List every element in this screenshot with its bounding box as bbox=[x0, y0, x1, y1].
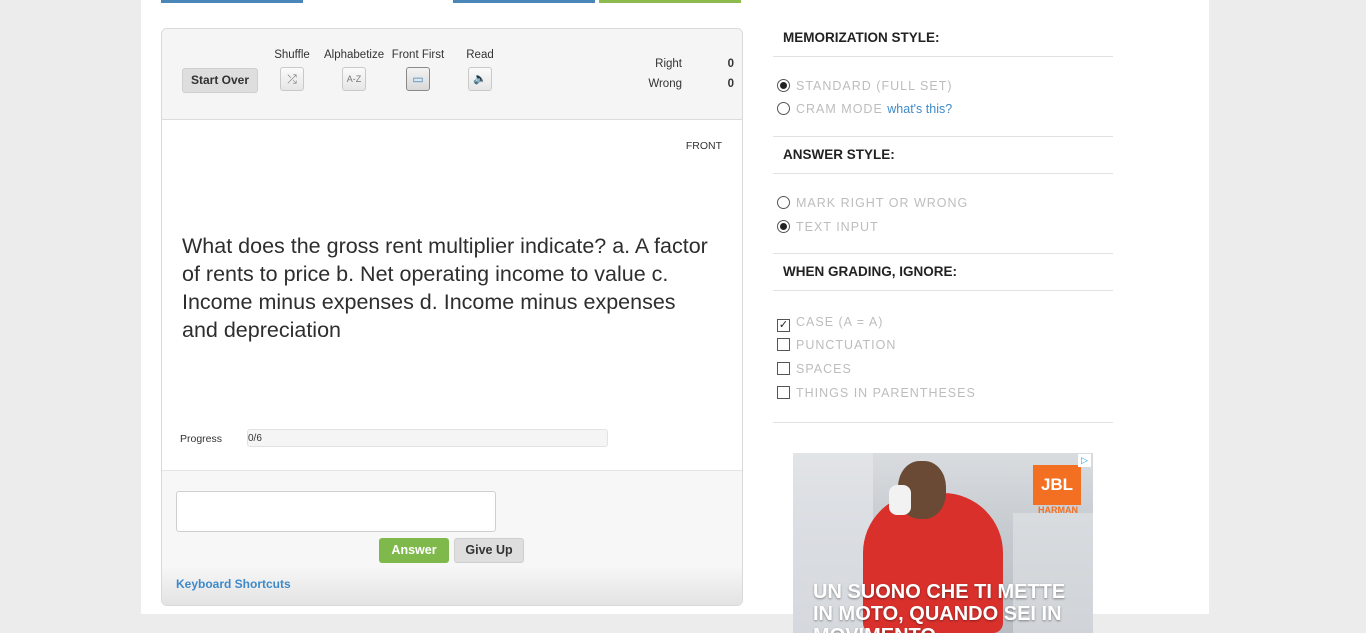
shuffle-tool: Shuffle ⤮ bbox=[274, 49, 310, 91]
score-panel: Right 0 Wrong 0 bbox=[602, 58, 734, 98]
ignore-case-label: CASE (A = A) bbox=[796, 315, 884, 329]
ignore-case-checkbox[interactable]: ✓ bbox=[777, 319, 790, 332]
tab-indicator-4[interactable] bbox=[599, 0, 741, 3]
advertisement[interactable]: JBL HARMAN ▷ UN SUONO CHE TI METTE IN MO… bbox=[793, 453, 1093, 633]
text-input-radio[interactable] bbox=[777, 220, 790, 233]
answer-input[interactable] bbox=[176, 491, 496, 532]
start-over-button[interactable]: Start Over bbox=[182, 68, 258, 93]
study-page: Start Over Shuffle ⤮ Alphabetize A-Z Fro… bbox=[141, 0, 1209, 633]
ignore-parentheses-checkbox[interactable] bbox=[777, 386, 790, 399]
ignore-spaces-checkbox[interactable] bbox=[777, 362, 790, 375]
standard-radio[interactable] bbox=[777, 79, 790, 92]
divider bbox=[773, 422, 1113, 423]
ignore-spaces-option[interactable]: SPACES bbox=[777, 362, 852, 376]
alphabetize-label: Alphabetize bbox=[324, 49, 385, 61]
ignore-punctuation-option[interactable]: PUNCTUATION bbox=[777, 338, 896, 352]
front-first-tool: Front First ▭ bbox=[391, 49, 445, 91]
divider bbox=[773, 173, 1113, 174]
progress-count: 0/6 bbox=[248, 433, 262, 444]
tab-indicator-3[interactable] bbox=[453, 0, 595, 3]
ignore-spaces-label: SPACES bbox=[796, 362, 852, 376]
ignore-parentheses-label: THINGS IN PARENTHESES bbox=[796, 386, 976, 400]
harman-logo: HARMAN bbox=[1038, 505, 1078, 515]
standard-label: STANDARD (FULL SET) bbox=[796, 79, 953, 93]
tab-indicator-1[interactable] bbox=[161, 0, 303, 3]
text-input-label: TEXT INPUT bbox=[796, 220, 879, 234]
keyboard-shortcuts-link[interactable]: Keyboard Shortcuts bbox=[176, 577, 291, 591]
divider bbox=[773, 253, 1113, 254]
divider bbox=[773, 290, 1113, 291]
tab-indicator-2[interactable] bbox=[306, 0, 448, 3]
ignore-parentheses-option[interactable]: THINGS IN PARENTHESES bbox=[777, 386, 976, 400]
monitor-icon[interactable]: ▭ bbox=[406, 67, 430, 91]
speaker-icon[interactable]: 🔈 bbox=[468, 67, 492, 91]
front-first-label: Front First bbox=[391, 49, 445, 61]
give-up-button[interactable]: Give Up bbox=[454, 538, 524, 563]
text-input-option[interactable]: TEXT INPUT bbox=[777, 220, 879, 234]
right-label: Right bbox=[655, 58, 682, 70]
read-label: Read bbox=[466, 49, 494, 61]
read-tool: Read 🔈 bbox=[462, 49, 498, 91]
answer-area: Answer Give Up Keyboard Shortcuts bbox=[162, 470, 742, 605]
cram-radio[interactable] bbox=[777, 102, 790, 115]
answer-style-title: ANSWER STYLE: bbox=[783, 147, 895, 162]
standard-option[interactable]: STANDARD (FULL SET) bbox=[777, 79, 953, 93]
ignore-punctuation-checkbox[interactable] bbox=[777, 338, 790, 351]
adchoices-icon[interactable]: ▷ bbox=[1078, 454, 1091, 467]
question-text: What does the gross rent multiplier indi… bbox=[182, 234, 708, 342]
divider bbox=[773, 136, 1113, 137]
alphabetize-icon[interactable]: A-Z bbox=[342, 67, 366, 91]
whats-this-link[interactable]: what's this? bbox=[887, 102, 952, 116]
wrong-count: 0 bbox=[727, 78, 734, 90]
shuffle-icon[interactable]: ⤮ bbox=[280, 67, 304, 91]
card-side-label: FRONT bbox=[685, 140, 722, 152]
jbl-logo: JBL bbox=[1033, 465, 1081, 505]
mark-right-wrong-label: MARK RIGHT OR WRONG bbox=[796, 196, 969, 210]
mark-right-wrong-radio[interactable] bbox=[777, 196, 790, 209]
flashcard-panel: Start Over Shuffle ⤮ Alphabetize A-Z Fro… bbox=[161, 28, 743, 606]
progress-bar: 0/6 bbox=[247, 429, 608, 447]
mark-right-wrong-option[interactable]: MARK RIGHT OR WRONG bbox=[777, 196, 968, 210]
shuffle-label: Shuffle bbox=[274, 49, 310, 61]
ignore-title: WHEN GRADING, IGNORE: bbox=[783, 264, 957, 279]
alphabetize-tool: Alphabetize A-Z bbox=[324, 49, 384, 91]
cram-option[interactable]: CRAM MODE what's this? bbox=[777, 102, 952, 116]
card-toolbar: Start Over Shuffle ⤮ Alphabetize A-Z Fro… bbox=[162, 29, 742, 120]
headphones-icon bbox=[889, 485, 911, 515]
progress-label: Progress bbox=[180, 433, 223, 445]
memorization-style-title: MEMORIZATION STYLE: bbox=[783, 30, 940, 45]
ignore-punctuation-label: PUNCTUATION bbox=[796, 338, 897, 352]
ignore-case-option[interactable]: ✓ CASE (A = A) bbox=[777, 315, 883, 332]
divider bbox=[773, 56, 1113, 57]
ad-headline: UN SUONO CHE TI METTE IN MOTO, QUANDO SE… bbox=[813, 581, 1066, 633]
cram-label: CRAM MODE bbox=[796, 102, 883, 116]
answer-button[interactable]: Answer bbox=[379, 538, 449, 563]
wrong-label: Wrong bbox=[648, 78, 682, 90]
right-count: 0 bbox=[727, 58, 734, 70]
